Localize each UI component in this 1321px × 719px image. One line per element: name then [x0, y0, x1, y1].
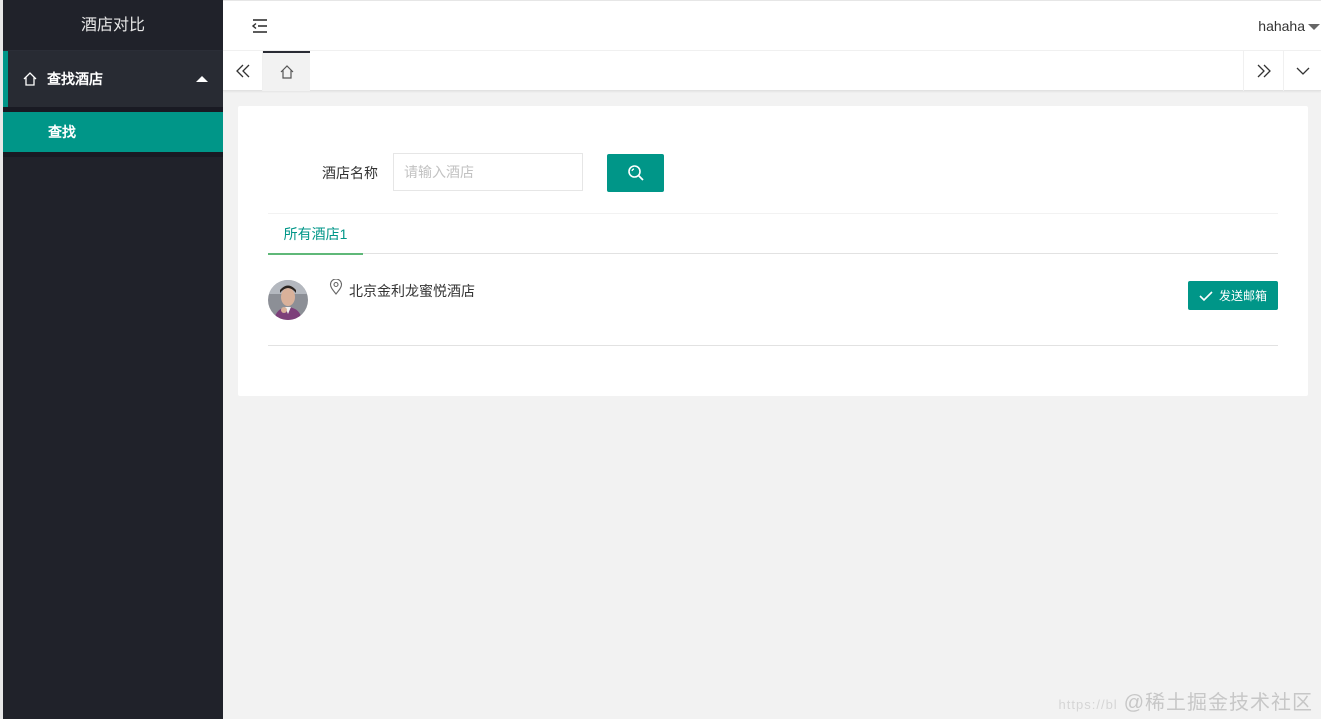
send-email-button[interactable]: 发送邮箱 [1188, 281, 1278, 310]
sidebar-item-find-hotel[interactable]: 查找酒店 [3, 51, 223, 107]
sidebar: 酒店对比 查找酒店 查找 [0, 0, 223, 719]
double-chevron-right-icon [1257, 64, 1271, 78]
home-icon [23, 72, 37, 86]
location-pin-icon [329, 279, 343, 295]
username: hahaha [1258, 18, 1305, 34]
tabs-scroll-right-button[interactable] [1243, 51, 1283, 91]
watermark-url: https://bl [1058, 697, 1118, 712]
tab-home[interactable] [263, 51, 310, 91]
hotel-name-label: 酒店名称 [322, 165, 378, 181]
watermark-text: @稀土掘金技术社区 [1123, 692, 1313, 714]
sidebar-submenu: 查找 [3, 107, 223, 157]
search-icon [627, 165, 644, 181]
menu-fold-icon[interactable] [251, 18, 269, 34]
hotel-list-item: 北京金利龙蜜悦酒店 发送邮箱 [268, 255, 1278, 346]
sidebar-item-label: 查找酒店 [47, 71, 103, 87]
hotel-search-input[interactable] [393, 153, 583, 191]
search-button[interactable] [607, 154, 664, 192]
tabs-menu-button[interactable] [1283, 51, 1321, 91]
tab-all-hotels[interactable]: 所有酒店1 [268, 214, 363, 255]
check-icon [1199, 290, 1213, 301]
sidebar-subitem-find[interactable]: 查找 [3, 112, 223, 152]
user-menu[interactable]: hahaha [1258, 1, 1320, 52]
results-tabs: 所有酒店1 [268, 214, 1278, 255]
double-chevron-left-icon [235, 64, 249, 78]
home-icon [280, 65, 293, 79]
app-title: 酒店对比 [3, 0, 223, 51]
watermark: https://bl @稀土掘金技术社区 [1059, 686, 1313, 715]
hotel-name: 北京金利龙蜜悦酒店 [349, 283, 475, 299]
tabs-scroll-left-button[interactable] [223, 51, 263, 91]
caret-up-icon [196, 76, 208, 82]
chevron-down-icon [1296, 67, 1309, 75]
page-tabs-bar [223, 51, 1321, 91]
send-email-label: 发送邮箱 [1218, 289, 1267, 303]
avatar [268, 280, 308, 320]
main-card: 酒店名称 所有酒店1 北京金利龙蜜悦酒店 [238, 106, 1308, 396]
top-header: hahaha [223, 0, 1321, 51]
caret-down-icon [1308, 24, 1320, 30]
